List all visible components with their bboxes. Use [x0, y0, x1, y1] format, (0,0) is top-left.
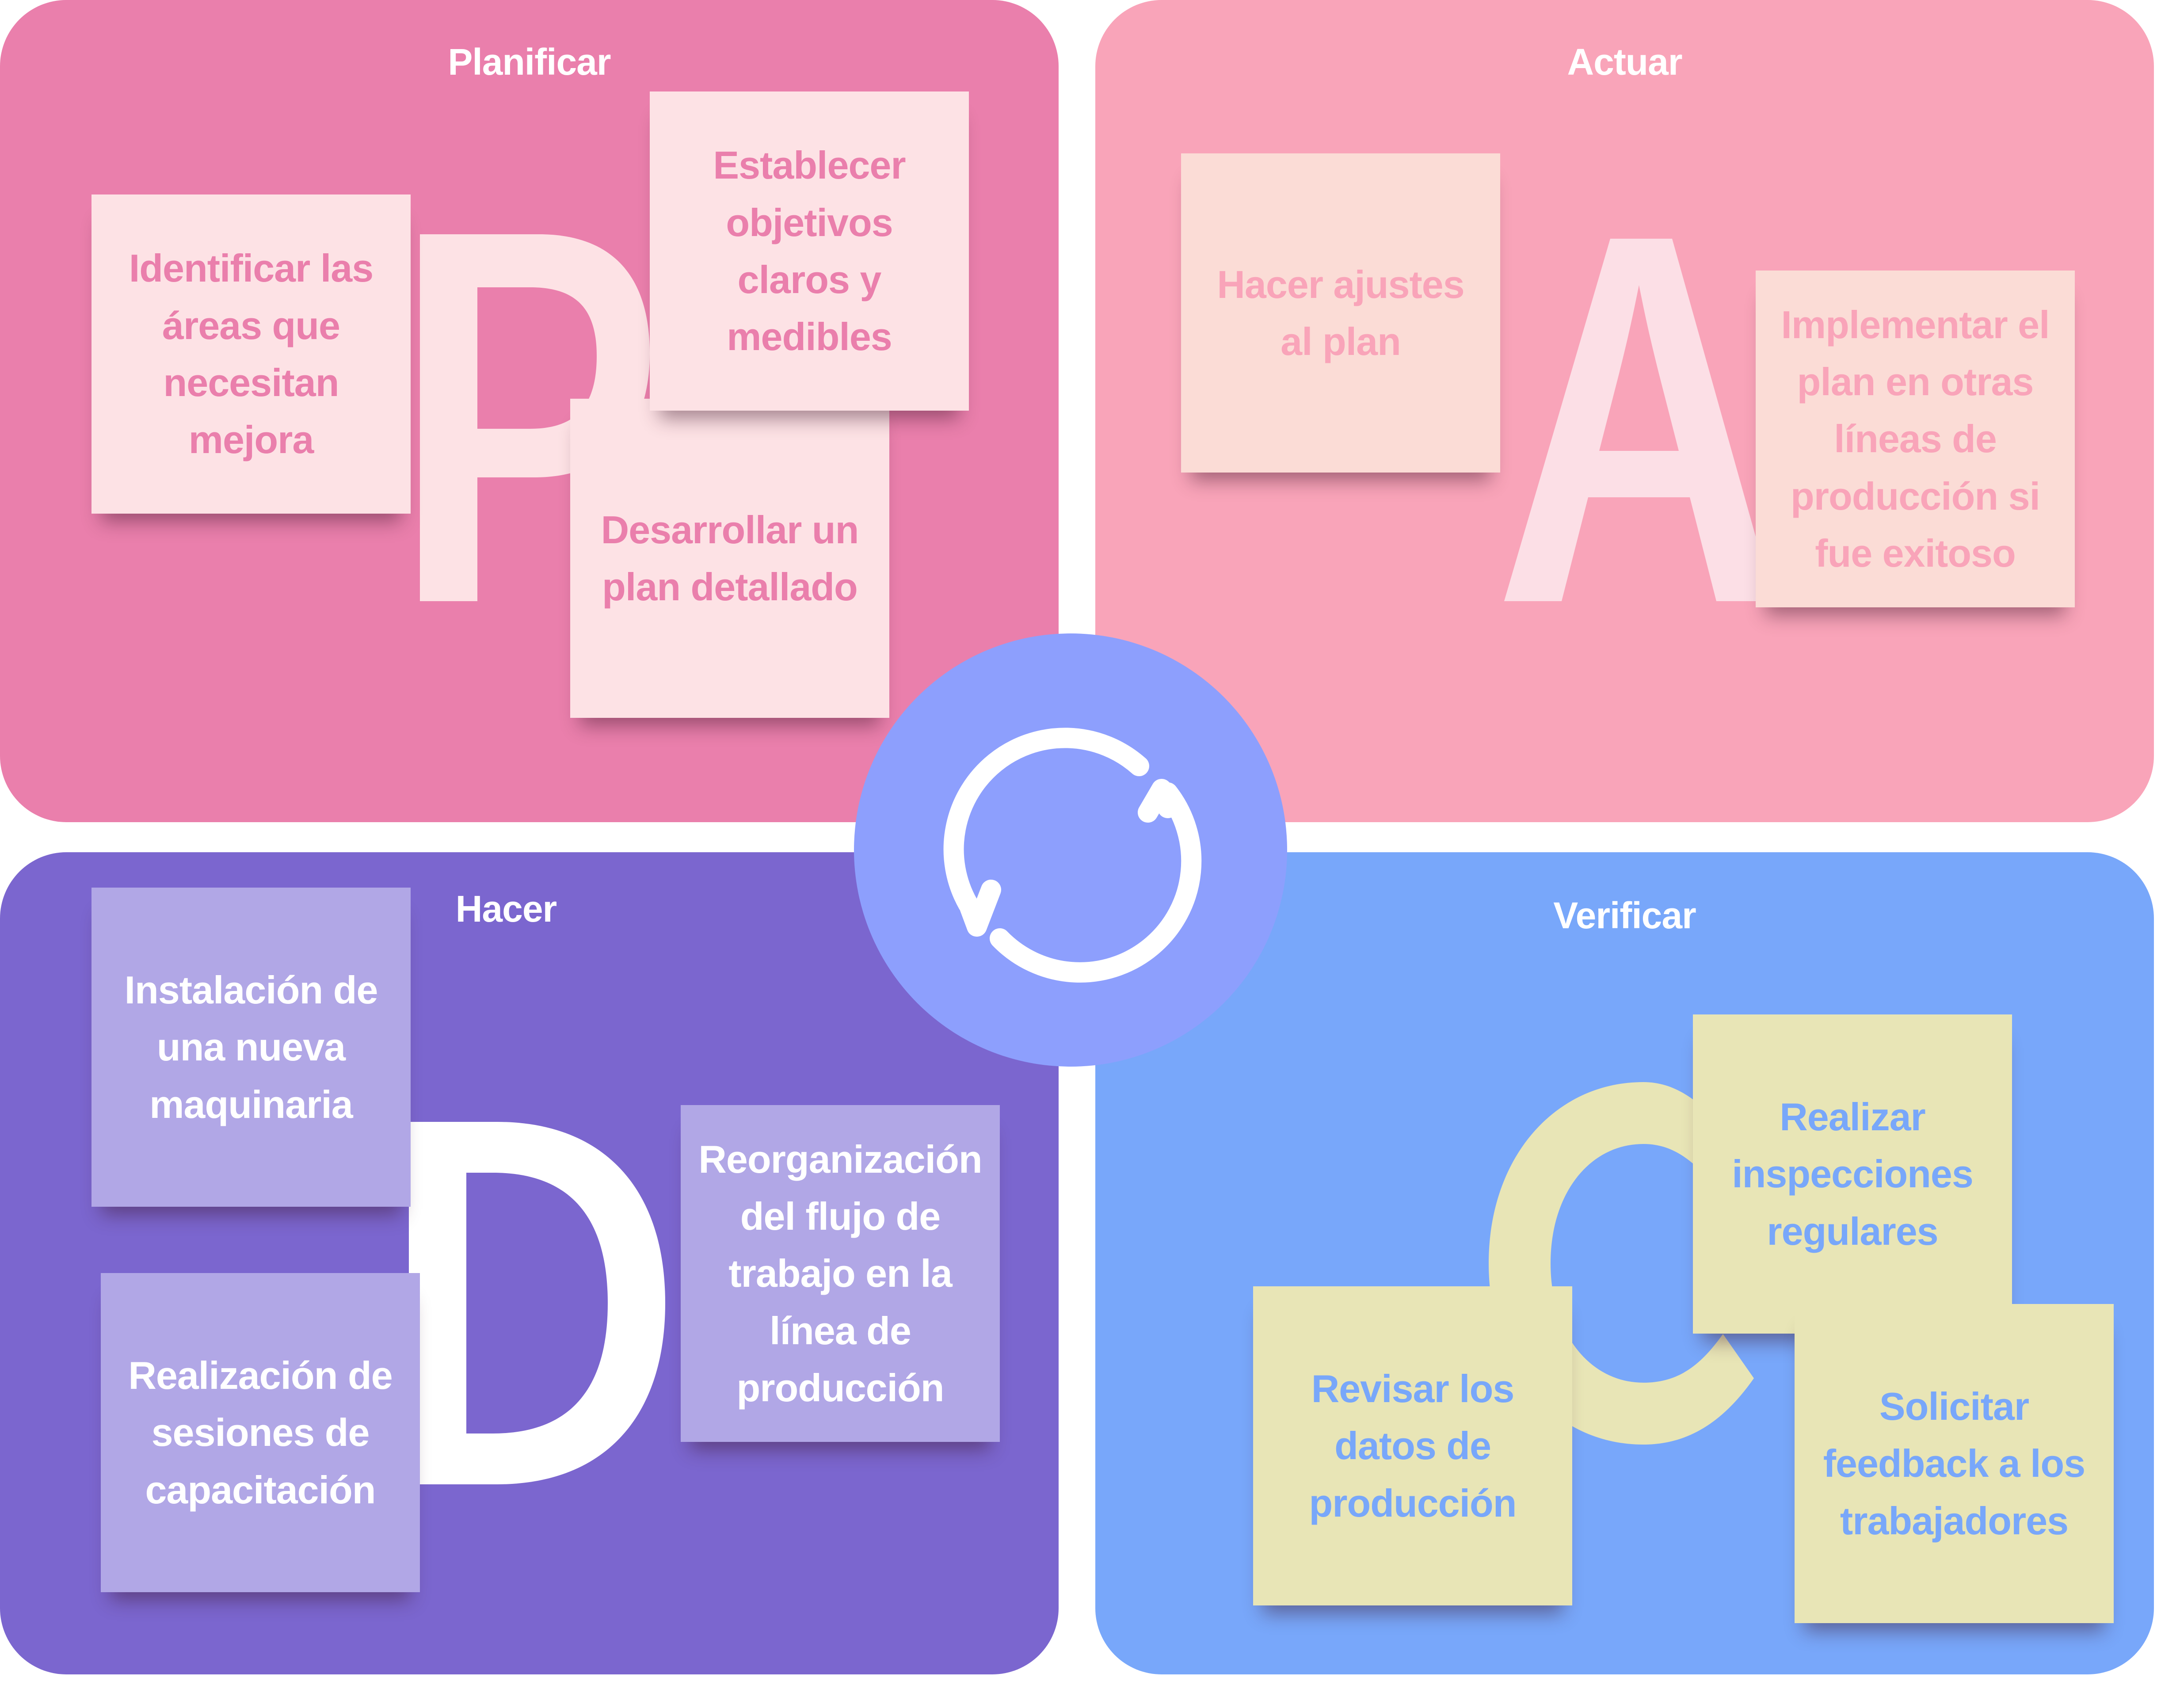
sticky-note[interactable]: Establecer objetivos claros y medibles [650, 92, 969, 411]
sticky-note[interactable]: Desarrollar un plan detallado [570, 399, 889, 718]
sticky-note[interactable]: Revisar los datos de producción [1253, 1286, 1572, 1605]
sticky-note-text: Realización de sesiones de capacitación [128, 1353, 393, 1512]
sticky-note[interactable]: Implementar el plan en otras líneas de p… [1756, 271, 2075, 607]
sticky-note-text: Identificar las áreas que necesitan mejo… [129, 246, 373, 462]
letter-a [1504, 239, 1774, 601]
sticky-note-text: Revisar los datos de producción [1309, 1366, 1517, 1525]
sticky-note[interactable]: Realizar inspecciones regulares [1693, 1014, 2012, 1334]
sticky-note-text: Instalación de una nueva maquinaria [124, 968, 378, 1126]
sticky-note-text: Establecer objetivos claros y medibles [713, 143, 906, 359]
sticky-note-text: Realizar inspecciones regulares [1732, 1094, 1974, 1253]
sticky-note[interactable]: Instalación de una nueva maquinaria [91, 888, 411, 1207]
quadrant-title-actuar: Actuar [1567, 41, 1682, 83]
sticky-note-text: Implementar el plan en otras líneas de p… [1781, 302, 2050, 576]
sticky-note-text: Hacer ajustes al plan [1217, 262, 1464, 363]
letter-d [409, 1122, 665, 1484]
sticky-note[interactable]: Reorganización del flujo de trabajo en l… [681, 1105, 1000, 1442]
sticky-note[interactable]: Realización de sesiones de capacitación [101, 1273, 420, 1592]
cycle-badge [854, 633, 1287, 1067]
cycle-refresh-icon [943, 728, 1202, 983]
sticky-note-text: Reorganización del flujo de trabajo en l… [698, 1137, 982, 1410]
quadrant-title-planificar: Planificar [448, 41, 611, 83]
sticky-note[interactable]: Identificar las áreas que necesitan mejo… [91, 194, 411, 514]
sticky-note[interactable]: Solicitar feedback a los trabajadores [1795, 1304, 2114, 1623]
sticky-note[interactable]: Hacer ajustes al plan [1181, 153, 1500, 473]
sticky-note-text: Solicitar feedback a los trabajadores [1823, 1384, 2086, 1543]
sticky-note-text: Desarrollar un plan detallado [601, 507, 859, 609]
